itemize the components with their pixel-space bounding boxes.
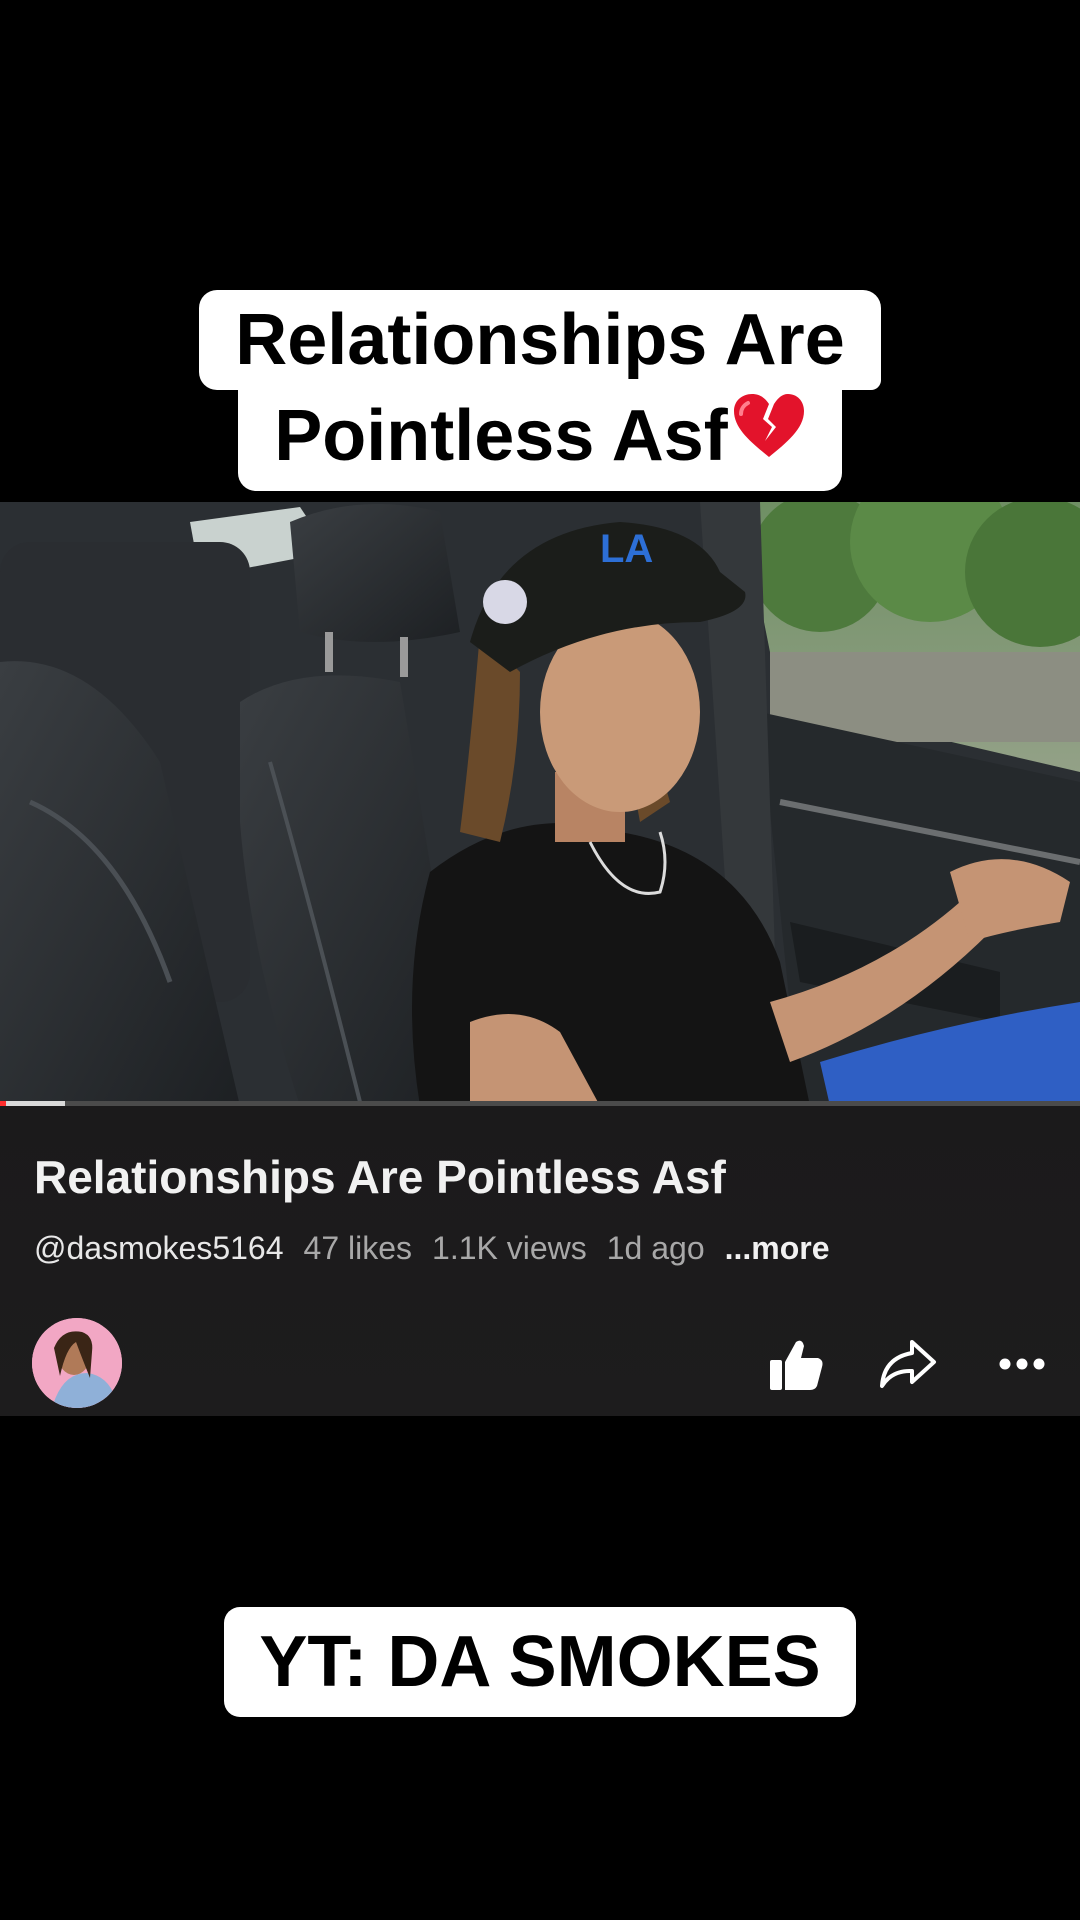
like-count: 47 likes (303, 1230, 413, 1266)
thumbs-up-icon[interactable] (764, 1332, 828, 1396)
video-still-image: LA (0, 502, 1080, 1106)
upload-age: 1d ago (606, 1230, 705, 1266)
top-caption-line-2-text: Pointless Asf (274, 396, 728, 476)
video-info-panel: Relationships Are Pointless Asf @dasmoke… (0, 1106, 1080, 1416)
top-caption: Relationships Are Pointless Asf (0, 290, 1080, 491)
broken-heart-icon (732, 389, 806, 481)
more-link[interactable]: ...more (725, 1230, 830, 1267)
bottom-caption: YT: DA SMOKES (224, 1607, 856, 1717)
svg-text:LA: LA (600, 527, 653, 571)
channel-avatar[interactable] (32, 1318, 122, 1408)
top-caption-line-1: Relationships Are (199, 290, 881, 390)
avatar-image (32, 1318, 122, 1408)
share-arrow-icon[interactable] (876, 1332, 940, 1396)
view-count: 1.1K views (432, 1230, 587, 1266)
video-title[interactable]: Relationships Are Pointless Asf (34, 1150, 726, 1204)
channel-handle[interactable]: @dasmokes5164 (34, 1230, 284, 1267)
video-player[interactable]: LA (0, 502, 1080, 1106)
video-meta-row: @dasmokes5164 47 likes 1.1K views 1d ago… (34, 1230, 830, 1267)
top-caption-line-2: Pointless Asf (238, 389, 842, 491)
more-dots-icon[interactable] (990, 1332, 1054, 1396)
